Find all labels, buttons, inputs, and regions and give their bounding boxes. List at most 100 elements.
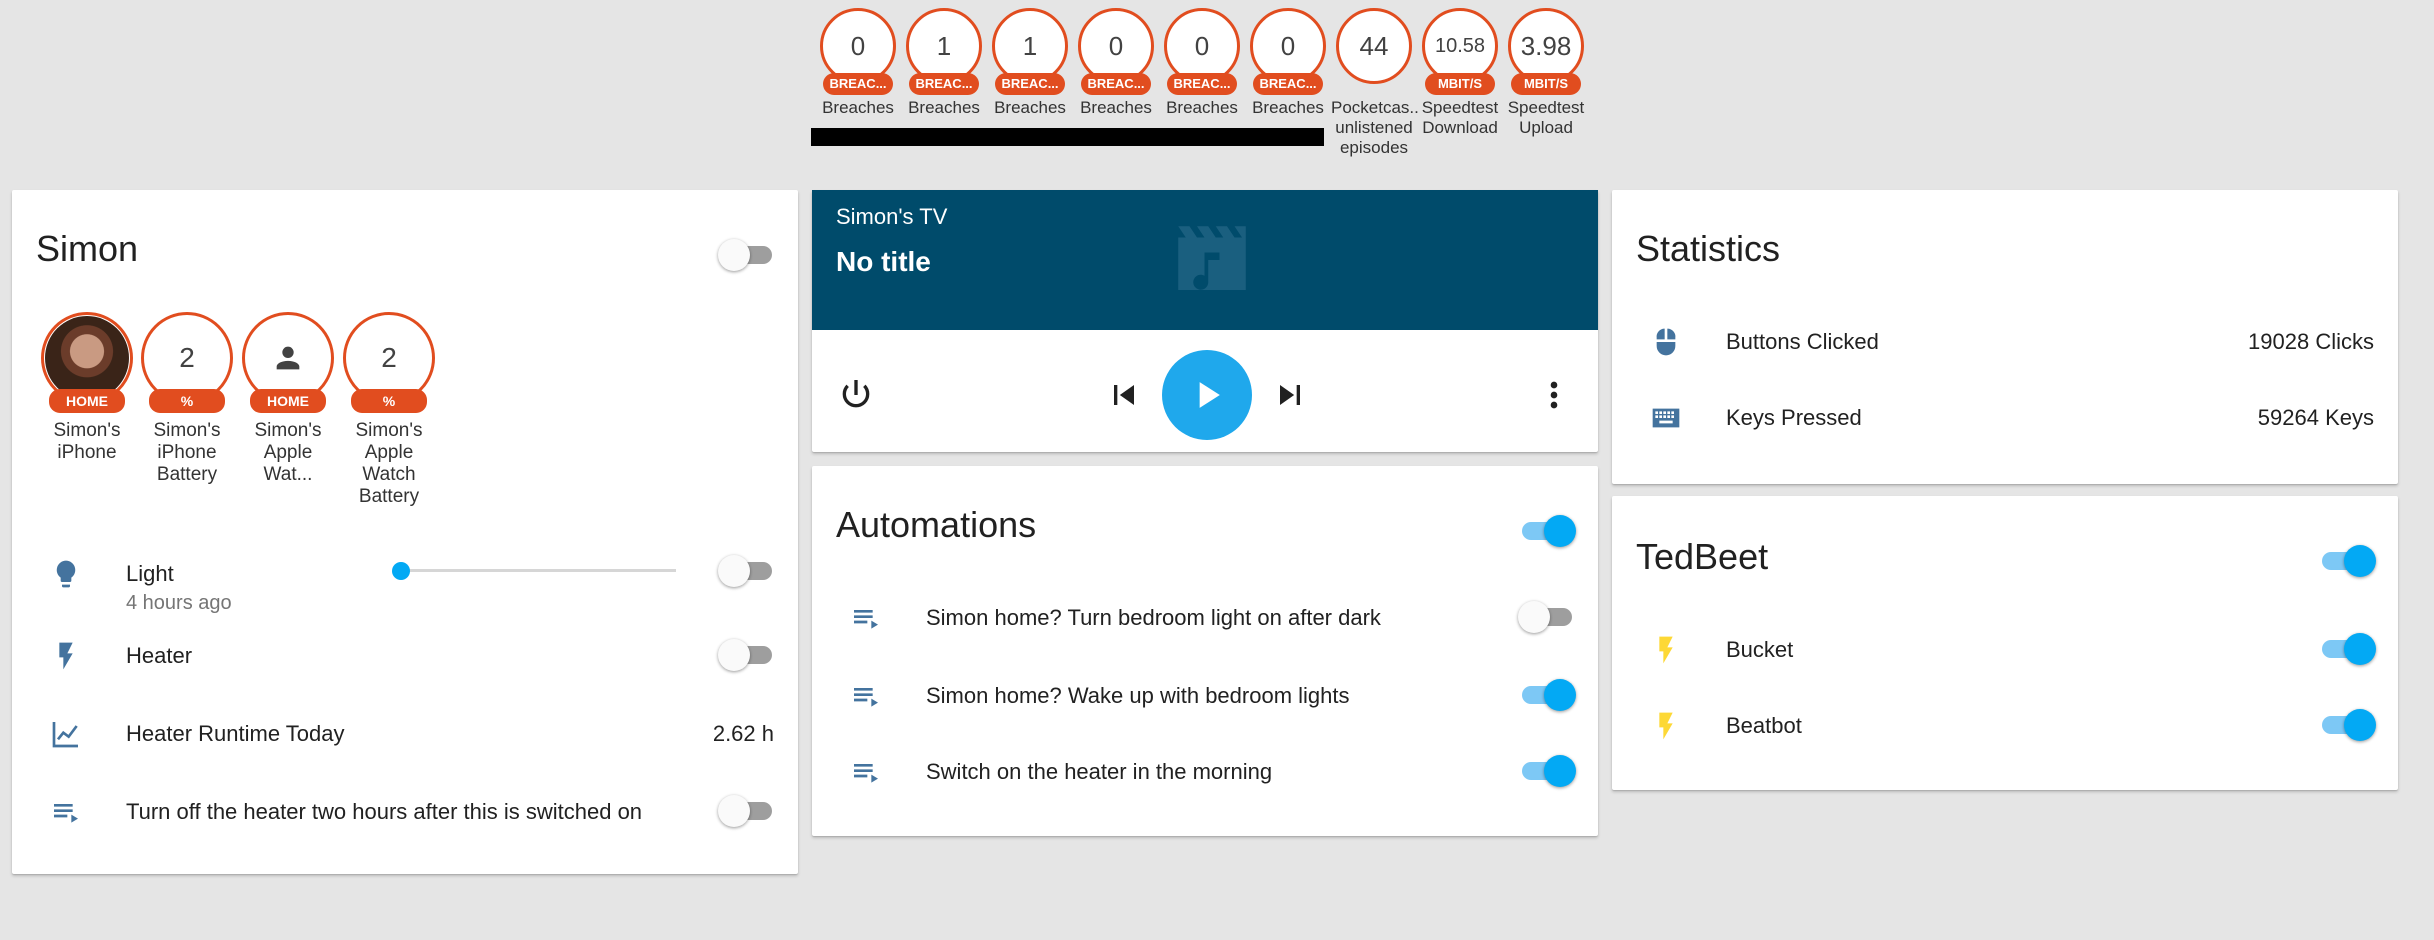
badge-breaches-5[interactable]: 0 BREAC... Breaches [1159,8,1245,118]
heater-automation-toggle[interactable] [718,792,774,828]
badge-value: 0 [850,30,866,61]
badge-simons-iphone-battery[interactable]: 2 % Simon's iPhone Battery [137,312,237,486]
simon-group-toggle[interactable] [718,236,774,272]
play-icon [1199,382,1220,408]
badge-label: Breaches [822,98,894,117]
toggle-knob [1544,679,1576,711]
playlist-play-icon [854,610,878,629]
badge-circle: 44 [1336,8,1412,84]
badge-speedtest-upload[interactable]: 3.98 MBIT/S Speedtest Upload [1503,8,1589,138]
badge-value: 2 [179,342,195,373]
badge-label: Breaches [908,98,980,117]
row-heater-runtime[interactable]: Heater Runtime Today 2.62 h [36,708,774,758]
badge-circle: 1 BREAC... [992,8,1068,95]
badge-label: Breaches [994,98,1066,117]
light-toggle[interactable] [718,552,774,588]
badge-value: 0 [1108,30,1124,61]
tedbeet-card: TedBeet Bucket Beatbot [1612,496,2398,790]
media-player-card: Simon's TV No title [812,190,1598,452]
badge-unit: BREAC... [995,73,1065,95]
toggle-knob [718,795,750,827]
badge-circle: HOME [41,312,133,413]
row-label: Simon home? Turn bedroom light on after … [926,605,1381,630]
row-automation-heater-morning[interactable]: Switch on the heater in the morning [836,746,1576,796]
row-automation-wake-up[interactable]: Simon home? Wake up with bedroom lights [836,670,1576,720]
playlist-play-icon [854,764,878,783]
badge-label: Speedtest Download [1421,98,1499,137]
badge-speedtest-download[interactable]: 10.58 MBIT/S Speedtest Download [1417,8,1503,138]
heater-toggle[interactable] [718,636,774,672]
badge-simons-apple-watch-battery[interactable]: 2 % Simon's Apple Watch Battery [339,312,439,508]
badge-simons-iphone[interactable]: HOME Simon's iPhone [37,312,137,464]
badge-label: Breaches [1080,98,1152,117]
badge-breaches-4[interactable]: 0 BREAC... Breaches [1073,8,1159,118]
automation-toggle[interactable] [1518,598,1574,634]
badge-value: 10.58 [1434,34,1486,57]
beatbot-toggle[interactable] [2318,706,2376,742]
automation-toggle[interactable] [1518,676,1576,712]
row-label: Keys Pressed [1726,405,1862,430]
badge-unit: MBIT/S [1425,73,1495,95]
badge-value: 1 [936,30,952,61]
badge-unit: BREAC... [1253,73,1323,95]
row-label: Switch on the heater in the morning [926,759,1273,784]
badge-label: Speedtest Upload [1507,98,1585,137]
badge-circle: HOME [242,312,334,413]
badge-label: Pocketcas.. unlistened episodes [1331,98,1419,157]
badge-value: 0 [1280,30,1296,61]
mouse-icon [1656,328,1676,356]
row-buttons-clicked[interactable]: Buttons Clicked 19028 Clicks [1636,316,2374,366]
automations-card: Automations Simon home? Turn bedroom lig… [812,466,1598,836]
badge-circle: 0 BREAC... [1250,8,1326,95]
media-player-name: Simon's TV [836,204,948,229]
row-value: 2.62 h [712,721,774,746]
bucket-toggle[interactable] [2318,630,2376,666]
badge-circle: 0 BREAC... [1078,8,1154,95]
badge-circle: 10.58 MBIT/S [1422,8,1498,95]
badge-unit: HOME [49,389,125,413]
badge-breaches-6[interactable]: 0 BREAC... Breaches [1245,8,1331,118]
row-label: Heater Runtime Today [126,721,345,746]
skip-previous-icon[interactable] [1104,375,1144,415]
tedbeet-group-toggle[interactable] [2318,542,2376,578]
badge-circle: 3.98 MBIT/S [1508,8,1584,95]
brightness-slider-track[interactable] [396,569,676,572]
power-icon[interactable] [836,375,876,415]
play-button[interactable] [1162,350,1252,440]
row-light[interactable]: Light 4 hours ago [36,548,774,618]
badge-breaches-1[interactable]: 0 BREAC... Breaches [815,8,901,118]
badge-value: 44 [1359,30,1389,61]
skip-next-icon[interactable] [1270,375,1310,415]
row-heater-automation[interactable]: Turn off the heater two hours after this… [36,786,774,836]
toggle-knob [718,639,750,671]
badge-label: Simon's Apple Watch Battery [355,420,423,507]
badge-label: Breaches [1166,98,1238,117]
automation-toggle[interactable] [1518,752,1576,788]
statistics-card: Statistics Buttons Clicked 19028 Clicks … [1612,190,2398,484]
badge-breaches-3[interactable]: 1 BREAC... Breaches [987,8,1073,118]
row-automation-bedroom-dark[interactable]: Simon home? Turn bedroom light on after … [836,592,1574,642]
brightness-slider-thumb[interactable] [392,562,410,580]
row-keys-pressed[interactable]: Keys Pressed 59264 Keys [1636,392,2374,442]
card-title: TedBeet [1636,536,1769,577]
toggle-knob [718,239,750,271]
row-beatbot[interactable]: Beatbot [1636,700,2376,750]
badge-label: Simon's Apple Wat... [254,420,322,485]
row-last-changed: 4 hours ago [126,592,232,614]
badge-simons-apple-watch[interactable]: HOME Simon's Apple Wat... [238,312,338,486]
automations-group-toggle[interactable] [1518,512,1576,548]
row-label: Simon home? Wake up with bedroom lights [926,683,1350,708]
lightbulb-icon [56,560,76,588]
badge-pocketcasts[interactable]: 44 Pocketcas.. unlistened episodes [1331,8,1419,158]
badge-unit: MBIT/S [1511,73,1581,95]
flash-icon [59,642,73,670]
more-vertical-icon[interactable] [1534,375,1574,415]
badge-circle: 0 BREAC... [820,8,896,95]
badge-unit: HOME [250,389,326,413]
row-heater[interactable]: Heater [36,630,774,680]
badge-unit: BREAC... [823,73,893,95]
badge-breaches-2[interactable]: 1 BREAC... Breaches [901,8,987,118]
row-label: Light [126,561,174,586]
row-bucket[interactable]: Bucket [1636,624,2376,674]
redaction-bar [811,128,1324,146]
